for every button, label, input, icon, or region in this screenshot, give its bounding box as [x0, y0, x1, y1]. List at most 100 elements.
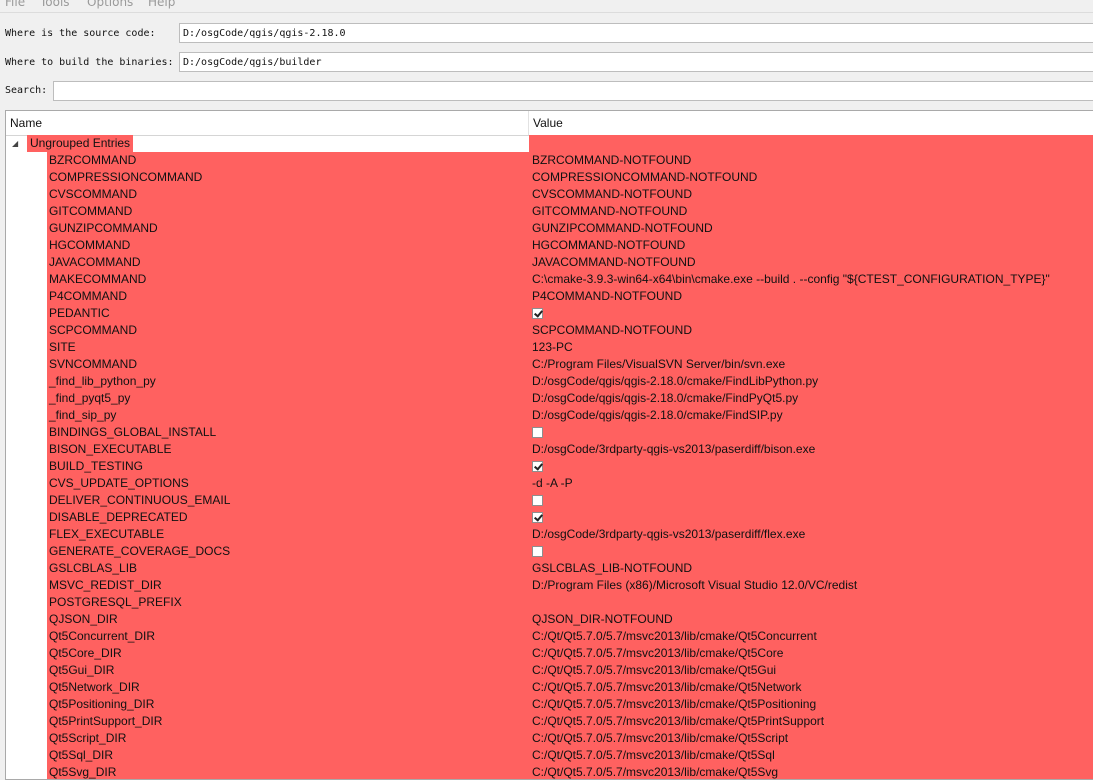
- table-row[interactable]: SITE 123-PC: [6, 339, 1093, 356]
- table-row[interactable]: _find_sip_py D:/osgCode/qgis/qgis-2.18.0/…: [6, 407, 1093, 424]
- table-row[interactable]: Qt5Positioning_DIR C:/Qt/Qt5.7.0/5.7/msvc…: [6, 696, 1093, 713]
- table-row[interactable]: JAVACOMMAND JAVACOMMAND-NOTFOUND: [6, 254, 1093, 271]
- entry-name: SITE: [49, 340, 76, 354]
- menu-options[interactable]: Options: [87, 0, 133, 9]
- table-row[interactable]: P4COMMAND P4COMMAND-NOTFOUND: [6, 288, 1093, 305]
- group-row[interactable]: ◢ Ungrouped Entries: [6, 135, 1093, 152]
- menu-tools[interactable]: Tools: [40, 0, 70, 9]
- entry-name: _find_pyqt5_py: [49, 391, 131, 405]
- table-row[interactable]: MSVC_REDIST_DIR D:/Program Files (x86)/Mi…: [6, 577, 1093, 594]
- entry-name: HGCOMMAND: [49, 238, 131, 252]
- entry-value[interactable]: P4COMMAND-NOTFOUND: [532, 288, 682, 305]
- table-row[interactable]: COMPRESSIONCOMMAND COMPRESSIONCOMMAND-NOT…: [6, 169, 1093, 186]
- entry-value[interactable]: C:/Qt/Qt5.7.0/5.7/msvc2013/lib/cmake/Qt5…: [532, 645, 783, 662]
- entry-value[interactable]: D:/osgCode/qgis/qgis-2.18.0/cmake/FindLi…: [532, 373, 818, 390]
- table-row[interactable]: Qt5Script_DIR C:/Qt/Qt5.7.0/5.7/msvc2013/…: [6, 730, 1093, 747]
- checked-checkbox[interactable]: [532, 308, 543, 319]
- table-row[interactable]: GITCOMMAND GITCOMMAND-NOTFOUND: [6, 203, 1093, 220]
- entry-value[interactable]: C:/Qt/Qt5.7.0/5.7/msvc2013/lib/cmake/Qt5…: [532, 730, 788, 747]
- value-column-header[interactable]: Value: [529, 111, 1093, 135]
- group-row-fill: [529, 135, 1093, 152]
- source-path-field[interactable]: D:/osgCode/qgis/qgis-2.18.0: [179, 23, 1093, 43]
- entry-name: Qt5Core_DIR: [49, 646, 122, 660]
- row-highlight: [47, 305, 1093, 322]
- table-row[interactable]: Qt5Svg_DIR C:/Qt/Qt5.7.0/5.7/msvc2013/lib…: [6, 764, 1093, 779]
- entry-value[interactable]: C:/Program Files/VisualSVN Server/bin/sv…: [532, 356, 785, 373]
- table-row[interactable]: DISABLE_DEPRECATED: [6, 509, 1093, 526]
- table-row[interactable]: QJSON_DIR QJSON_DIR-NOTFOUND: [6, 611, 1093, 628]
- entry-value[interactable]: D:/Program Files (x86)/Microsoft Visual …: [532, 577, 857, 594]
- entry-value[interactable]: C:/Qt/Qt5.7.0/5.7/msvc2013/lib/cmake/Qt5…: [532, 696, 816, 713]
- entry-name: Qt5Network_DIR: [49, 680, 140, 694]
- entry-value[interactable]: JAVACOMMAND-NOTFOUND: [532, 254, 696, 271]
- entry-value[interactable]: 123-PC: [532, 339, 573, 356]
- entry-value[interactable]: SCPCOMMAND-NOTFOUND: [532, 322, 692, 339]
- entry-value[interactable]: D:/osgCode/qgis/qgis-2.18.0/cmake/FindSI…: [532, 407, 783, 424]
- entry-value[interactable]: COMPRESSIONCOMMAND-NOTFOUND: [532, 169, 757, 186]
- table-row[interactable]: PEDANTIC: [6, 305, 1093, 322]
- unchecked-checkbox[interactable]: [532, 427, 543, 438]
- checked-checkbox[interactable]: [532, 512, 543, 523]
- table-row[interactable]: Qt5Gui_DIR C:/Qt/Qt5.7.0/5.7/msvc2013/lib…: [6, 662, 1093, 679]
- entry-value[interactable]: C:/Qt/Qt5.7.0/5.7/msvc2013/lib/cmake/Qt5…: [532, 747, 775, 764]
- table-row[interactable]: Qt5Core_DIR C:/Qt/Qt5.7.0/5.7/msvc2013/li…: [6, 645, 1093, 662]
- table-row[interactable]: SVNCOMMAND C:/Program Files/VisualSVN Ser…: [6, 356, 1093, 373]
- build-path-field[interactable]: D:/osgCode/qgis/builder: [179, 52, 1093, 72]
- entry-value[interactable]: C:/Qt/Qt5.7.0/5.7/msvc2013/lib/cmake/Qt5…: [532, 713, 824, 730]
- table-row[interactable]: GUNZIPCOMMAND GUNZIPCOMMAND-NOTFOUND: [6, 220, 1093, 237]
- entry-name: GITCOMMAND: [49, 204, 133, 218]
- entry-value[interactable]: C:/Qt/Qt5.7.0/5.7/msvc2013/lib/cmake/Qt5…: [532, 628, 817, 645]
- entry-name: GUNZIPCOMMAND: [49, 221, 158, 235]
- table-row[interactable]: GENERATE_COVERAGE_DOCS: [6, 543, 1093, 560]
- entry-value[interactable]: D:/osgCode/3rdparty-qgis-vs2013/paserdif…: [532, 526, 805, 543]
- table-row[interactable]: BUILD_TESTING: [6, 458, 1093, 475]
- entry-value[interactable]: HGCOMMAND-NOTFOUND: [532, 237, 685, 254]
- table-row[interactable]: _find_lib_python_py D:/osgCode/qgis/qgis-…: [6, 373, 1093, 390]
- table-row[interactable]: Qt5PrintSupport_DIR C:/Qt/Qt5.7.0/5.7/msv…: [6, 713, 1093, 730]
- entry-value[interactable]: QJSON_DIR-NOTFOUND: [532, 611, 673, 628]
- table-row[interactable]: BISON_EXECUTABLE D:/osgCode/3rdparty-qgis…: [6, 441, 1093, 458]
- table-row[interactable]: MAKECOMMAND C:\cmake-3.9.3-win64-x64\bin\…: [6, 271, 1093, 288]
- name-column-header[interactable]: Name: [6, 111, 529, 135]
- entry-value[interactable]: D:/osgCode/3rdparty-qgis-vs2013/paserdif…: [532, 441, 815, 458]
- entry-value[interactable]: -d -A -P: [532, 475, 573, 492]
- table-row[interactable]: BZRCOMMAND BZRCOMMAND-NOTFOUND: [6, 152, 1093, 169]
- entry-value[interactable]: GUNZIPCOMMAND-NOTFOUND: [532, 220, 713, 237]
- entry-name: QJSON_DIR: [49, 612, 118, 626]
- table-row[interactable]: CVS_UPDATE_OPTIONS -d -A -P: [6, 475, 1093, 492]
- table-row[interactable]: DELIVER_CONTINUOUS_EMAIL: [6, 492, 1093, 509]
- unchecked-checkbox[interactable]: [532, 546, 543, 557]
- table-header: Name Value: [6, 111, 1093, 136]
- table-row[interactable]: GSLCBLAS_LIB GSLCBLAS_LIB-NOTFOUND: [6, 560, 1093, 577]
- cache-table: Name Value ◢ Ungrouped Entries BZRCOMMAN…: [5, 110, 1093, 780]
- entry-value[interactable]: BZRCOMMAND-NOTFOUND: [532, 152, 691, 169]
- entry-name: CVSCOMMAND: [49, 187, 138, 201]
- entry-value[interactable]: C:/Qt/Qt5.7.0/5.7/msvc2013/lib/cmake/Qt5…: [532, 764, 778, 779]
- entry-value-cell: [532, 458, 543, 475]
- entry-value[interactable]: CVSCOMMAND-NOTFOUND: [532, 186, 692, 203]
- table-row[interactable]: Qt5Network_DIR C:/Qt/Qt5.7.0/5.7/msvc2013…: [6, 679, 1093, 696]
- table-row[interactable]: Qt5Sql_DIR C:/Qt/Qt5.7.0/5.7/msvc2013/lib…: [6, 747, 1093, 764]
- table-row[interactable]: _find_pyqt5_py D:/osgCode/qgis/qgis-2.18.…: [6, 390, 1093, 407]
- entry-value-cell: [532, 543, 543, 560]
- menu-file[interactable]: File: [5, 0, 25, 9]
- table-row[interactable]: CVSCOMMAND CVSCOMMAND-NOTFOUND: [6, 186, 1093, 203]
- table-row[interactable]: Qt5Concurrent_DIR C:/Qt/Qt5.7.0/5.7/msvc2…: [6, 628, 1093, 645]
- entry-value[interactable]: D:/osgCode/qgis/qgis-2.18.0/cmake/FindPy…: [532, 390, 798, 407]
- entry-value[interactable]: C:\cmake-3.9.3-win64-x64\bin\cmake.exe -…: [532, 271, 1050, 288]
- table-row[interactable]: POSTGRESQL_PREFIX: [6, 594, 1093, 611]
- search-input[interactable]: [53, 81, 1093, 101]
- table-row[interactable]: BINDINGS_GLOBAL_INSTALL: [6, 424, 1093, 441]
- table-row[interactable]: SCPCOMMAND SCPCOMMAND-NOTFOUND: [6, 322, 1093, 339]
- menu-help[interactable]: Help: [148, 0, 175, 9]
- unchecked-checkbox[interactable]: [532, 495, 543, 506]
- entry-value[interactable]: C:/Qt/Qt5.7.0/5.7/msvc2013/lib/cmake/Qt5…: [532, 662, 776, 679]
- table-row[interactable]: FLEX_EXECUTABLE D:/osgCode/3rdparty-qgis-…: [6, 526, 1093, 543]
- table-row[interactable]: HGCOMMAND HGCOMMAND-NOTFOUND: [6, 237, 1093, 254]
- entry-value[interactable]: C:/Qt/Qt5.7.0/5.7/msvc2013/lib/cmake/Qt5…: [532, 679, 801, 696]
- entry-value[interactable]: GITCOMMAND-NOTFOUND: [532, 203, 687, 220]
- entry-value[interactable]: GSLCBLAS_LIB-NOTFOUND: [532, 560, 692, 577]
- entry-name: P4COMMAND: [49, 289, 128, 303]
- expand-arrow-icon[interactable]: ◢: [12, 135, 22, 152]
- checked-checkbox[interactable]: [532, 461, 543, 472]
